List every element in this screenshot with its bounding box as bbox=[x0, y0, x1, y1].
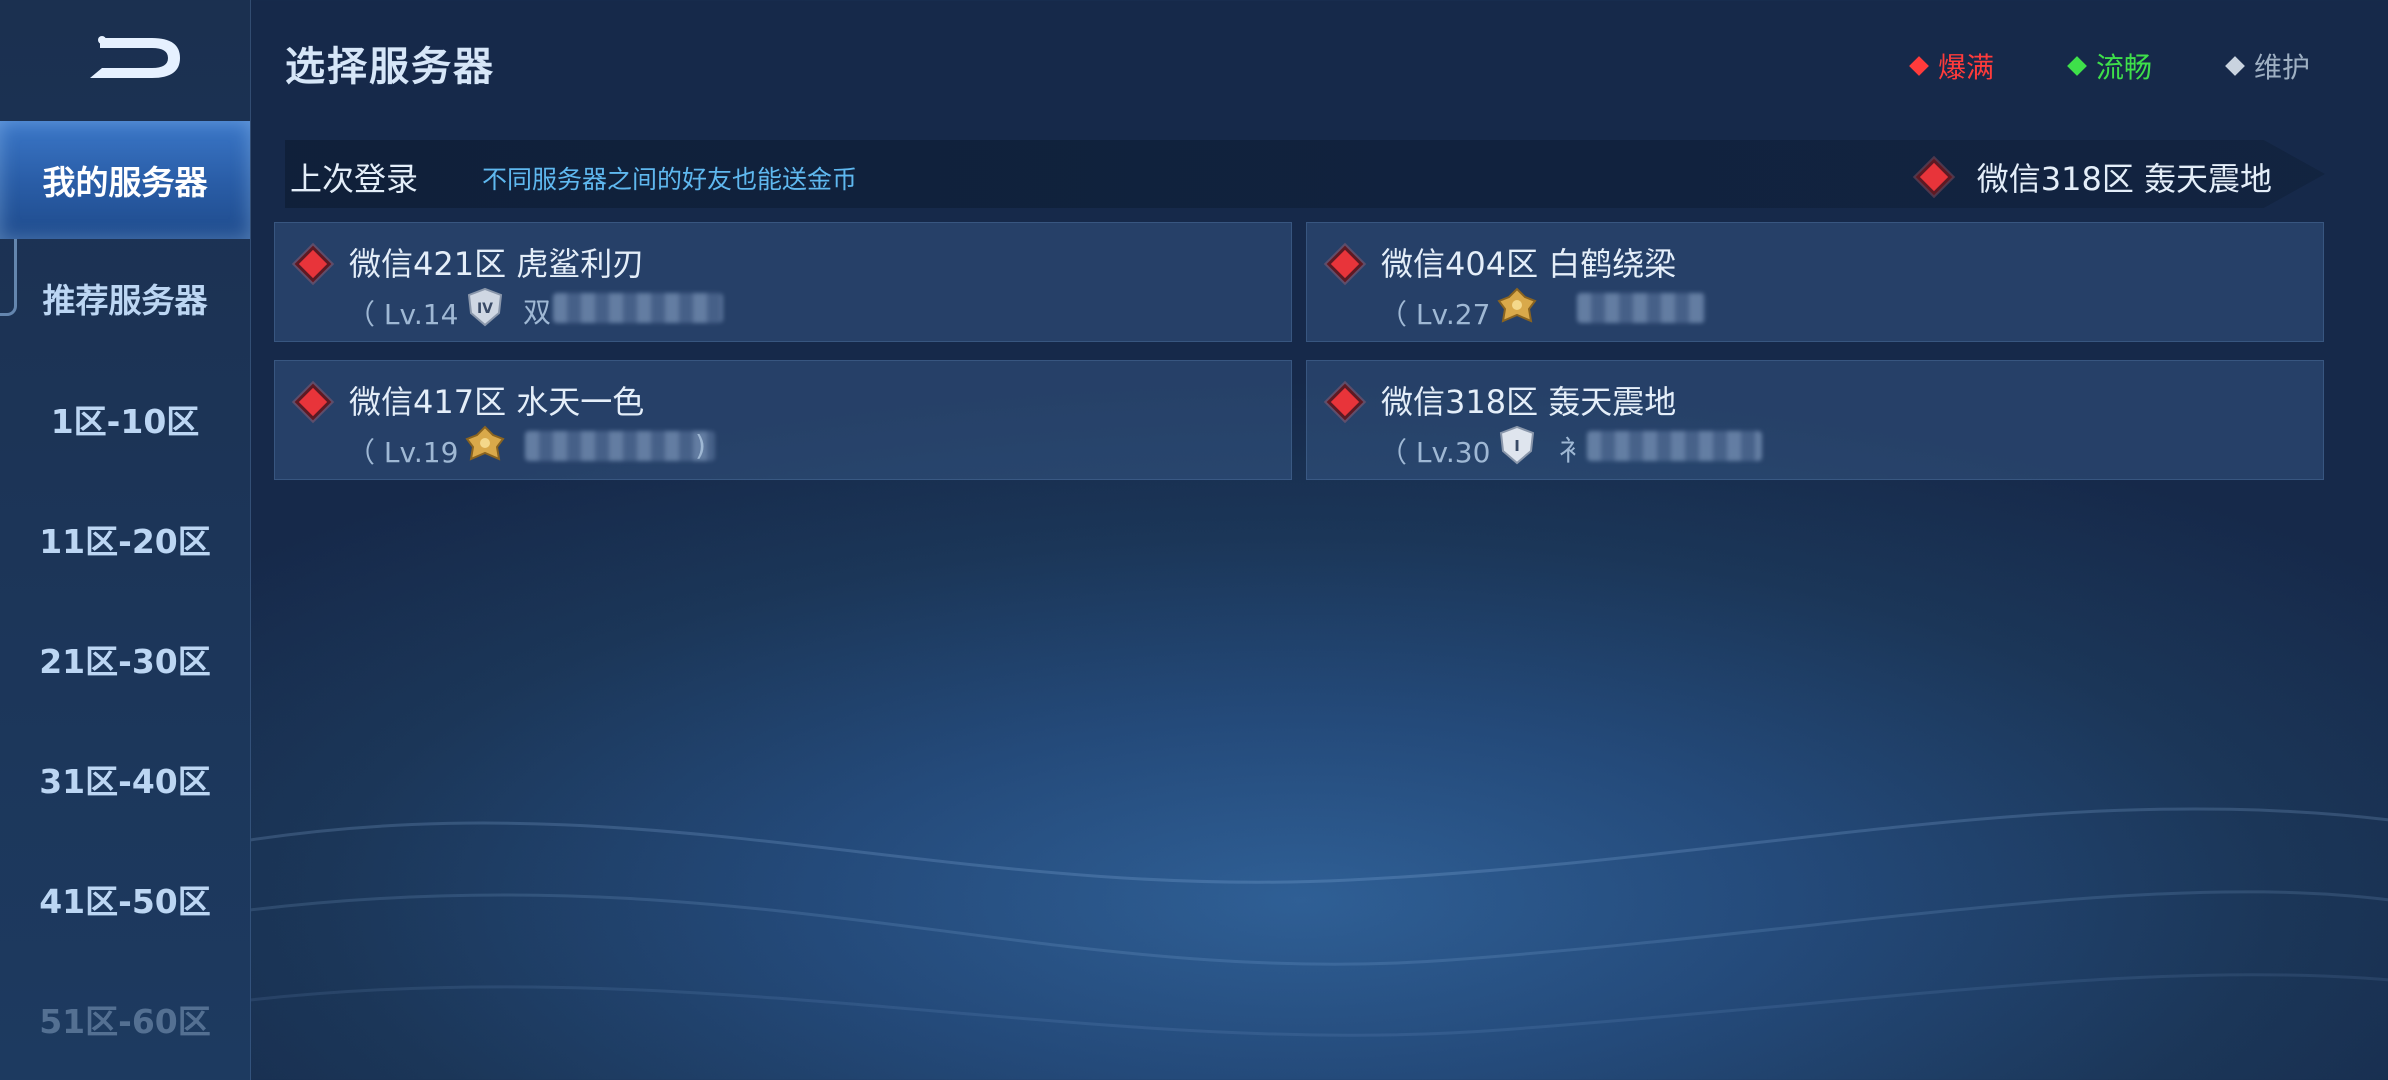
player-level: （ Lv.30 bbox=[1379, 436, 1491, 469]
player-level: （ Lv.14 bbox=[347, 298, 459, 331]
diamond-green-icon bbox=[2067, 56, 2087, 76]
legend-label: 爆满 bbox=[1938, 51, 1995, 84]
diamond-red-icon bbox=[1909, 56, 1929, 76]
server-name: 微信318区 轰天震地 bbox=[1381, 383, 1677, 421]
level-value: Lv.30 bbox=[1415, 436, 1491, 469]
sidebar-item-my-servers[interactable]: 我的服务器 bbox=[0, 121, 250, 239]
diamond-white-icon bbox=[2225, 56, 2245, 76]
server-card[interactable]: 微信421区 虎鲨利刃 （ Lv.14 IV 双 bbox=[274, 222, 1292, 342]
legend-label: 流畅 bbox=[2096, 51, 2153, 84]
svg-text:I: I bbox=[1514, 437, 1520, 455]
server-card[interactable]: 微信318区 轰天震地 （ Lv.30 I 衤 bbox=[1306, 360, 2324, 480]
blurred-nickname bbox=[1577, 293, 1705, 323]
last-login-server[interactable]: 微信318区 轰天震地 bbox=[1915, 154, 2272, 200]
page-title: 选择服务器 bbox=[285, 44, 495, 90]
server-name: 微信404区 白鹤绕梁 bbox=[1381, 245, 1677, 283]
legend-smooth: 流畅 bbox=[2067, 46, 2153, 86]
server-name: 微信417区 水天一色 bbox=[349, 383, 645, 421]
server-card[interactable]: 微信417区 水天一色 （ Lv.19 ) bbox=[274, 360, 1292, 480]
status-full-icon bbox=[1326, 245, 1364, 283]
server-name: 微信421区 虎鲨利刃 bbox=[349, 245, 645, 283]
sidebar: 我的服务器 推荐服务器 1区-10区 11区-20区 21区-30区 31区-4… bbox=[0, 0, 251, 1080]
level-value: Lv.19 bbox=[383, 436, 459, 469]
nickname-prefix: 双 bbox=[523, 296, 552, 329]
sidebar-item-zone-51-60[interactable]: 51区-60区 bbox=[0, 960, 250, 1078]
legend-label: 维护 bbox=[2254, 51, 2311, 84]
sidebar-item-zone-41-50[interactable]: 41区-50区 bbox=[0, 840, 250, 958]
level-value: Lv.14 bbox=[383, 298, 459, 331]
rank-gold-icon bbox=[465, 425, 505, 461]
last-login-tip: 不同服务器之间的好友也能送金币 bbox=[482, 165, 858, 194]
rank-iv-silver-icon: IV bbox=[467, 287, 503, 327]
last-login-server-name: 微信318区 轰天震地 bbox=[1976, 160, 2272, 198]
sidebar-item-zone-31-40[interactable]: 31区-40区 bbox=[0, 720, 250, 838]
status-full-icon bbox=[294, 245, 332, 283]
nickname-prefix: 衤 bbox=[1559, 434, 1588, 467]
background-wave bbox=[250, 807, 2388, 1037]
player-level: （ Lv.19 bbox=[347, 436, 459, 469]
back-icon[interactable] bbox=[80, 26, 190, 86]
svg-text:IV: IV bbox=[477, 301, 493, 317]
status-full-icon bbox=[294, 383, 332, 421]
sidebar-item-recommended[interactable]: 推荐服务器 bbox=[0, 239, 250, 357]
legend-maintenance: 维护 bbox=[2225, 46, 2311, 86]
rank-i-silver-icon: I bbox=[1499, 425, 1535, 465]
sidebar-item-zone-11-20[interactable]: 11区-20区 bbox=[0, 480, 250, 598]
player-level: （ Lv.27 bbox=[1379, 298, 1491, 331]
rank-gold-icon bbox=[1497, 287, 1537, 323]
last-login-label: 上次登录 bbox=[290, 160, 419, 198]
blurred-nickname bbox=[1587, 431, 1762, 461]
close-paren: ) bbox=[695, 429, 706, 462]
sidebar-item-zone-21-30[interactable]: 21区-30区 bbox=[0, 600, 250, 718]
legend-full: 爆满 bbox=[1909, 46, 1995, 86]
server-card[interactable]: 微信404区 白鹤绕梁 （ Lv.27 bbox=[1306, 222, 2324, 342]
status-full-icon bbox=[1326, 383, 1364, 421]
sidebar-item-zone-1-10[interactable]: 1区-10区 bbox=[0, 360, 250, 478]
level-value: Lv.27 bbox=[1415, 298, 1491, 331]
blurred-nickname bbox=[525, 431, 715, 461]
status-full-icon bbox=[1915, 158, 1953, 196]
blurred-nickname bbox=[553, 293, 723, 323]
